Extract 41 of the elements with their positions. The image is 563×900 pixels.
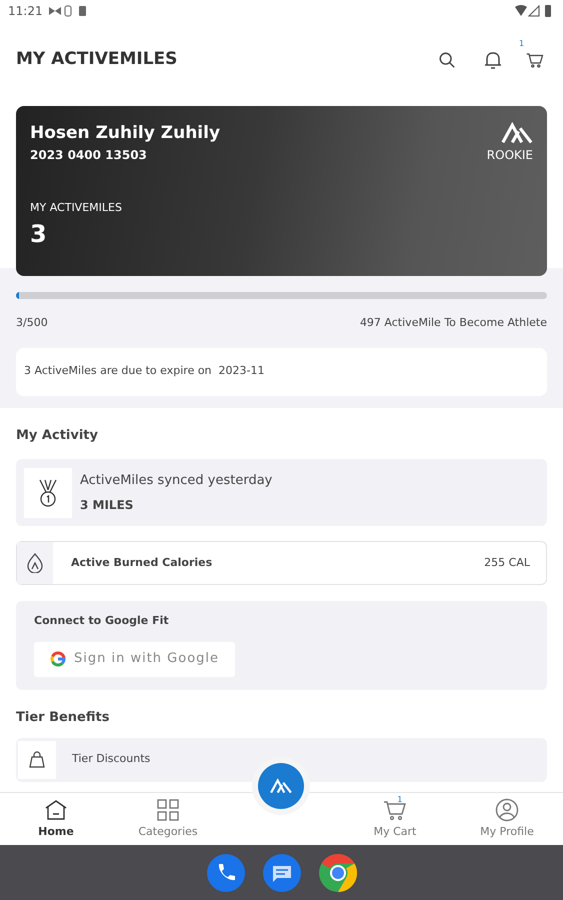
google-sign-in-button[interactable]: Sign in with Google bbox=[34, 642, 236, 676]
sync-text: ActiveMiles synced yesterday bbox=[80, 472, 272, 490]
nav-tab[interactable]: Categories bbox=[138, 798, 198, 840]
google-fit-title: Connect to Google Fit bbox=[34, 613, 169, 629]
progress-count: 3/500 bbox=[16, 315, 48, 331]
medal-icon bbox=[37, 478, 59, 508]
nav-tab[interactable]: My Profile bbox=[480, 798, 534, 840]
status-time: 11:21 bbox=[8, 3, 43, 20]
member-number: 2023 0400 13503 bbox=[30, 147, 148, 164]
cart-icon bbox=[526, 51, 544, 69]
messages-app-icon[interactable] bbox=[262, 854, 300, 892]
grid-icon bbox=[156, 798, 180, 822]
cart-count: 1 bbox=[519, 38, 524, 50]
page-title: MY ACTIVEMILES bbox=[16, 48, 178, 72]
google-icon bbox=[50, 651, 66, 667]
section-title: My Activity bbox=[16, 426, 99, 444]
flame-icon bbox=[26, 553, 44, 573]
progress-remaining: 497 ActiveMile To Become Athlete bbox=[360, 315, 547, 331]
section-title: Tier Benefits bbox=[16, 709, 110, 727]
chrome-app-icon[interactable] bbox=[318, 854, 356, 892]
bag-icon bbox=[28, 750, 46, 768]
member-name: Hosen Zuhily Zuhily bbox=[30, 122, 220, 144]
expiry-notice: 3 ActiveMiles are due to expire on 2023-11 bbox=[24, 363, 264, 380]
miles-value: 3 bbox=[30, 218, 48, 248]
home-icon bbox=[44, 798, 68, 822]
benefit-label: Tier Discounts bbox=[72, 751, 150, 768]
benefit-row[interactable]: Tier Discounts bbox=[16, 738, 547, 782]
calories-value: 255 CAL bbox=[484, 554, 530, 571]
sync-miles: 3 MILES bbox=[80, 497, 134, 514]
profile-icon bbox=[494, 798, 519, 822]
tier-label: ROOKIE bbox=[486, 147, 533, 164]
calories-label: Active Burned Calories bbox=[71, 554, 214, 571]
nav-tab[interactable]: Home bbox=[38, 798, 74, 840]
bell-icon bbox=[484, 50, 502, 70]
miles-label: MY ACTIVEMILES bbox=[30, 200, 123, 216]
brand-logo-icon bbox=[501, 122, 533, 144]
center-logo-button[interactable] bbox=[258, 763, 304, 809]
brand-logo-icon bbox=[270, 778, 292, 794]
phone-app-icon[interactable] bbox=[206, 854, 244, 892]
search-icon bbox=[438, 51, 456, 69]
notification-icons bbox=[48, 5, 89, 17]
